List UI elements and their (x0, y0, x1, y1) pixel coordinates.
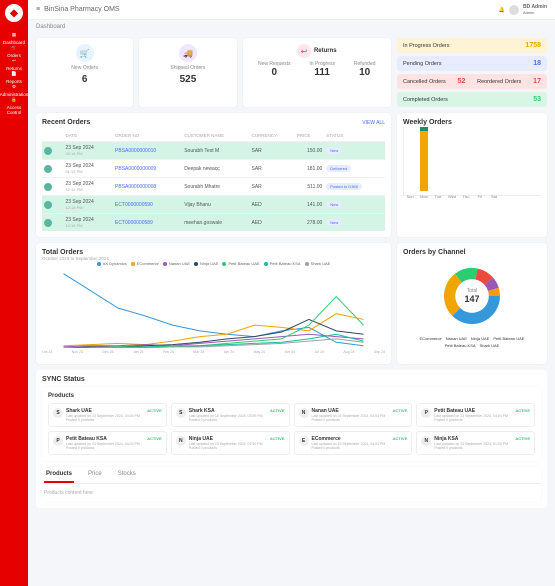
avatar-icon (44, 219, 52, 227)
avatar-icon (44, 165, 52, 173)
sync-item[interactable]: N Nanan UAEACTIVE Last updated on 23 Sep… (294, 403, 413, 427)
nav-access-control[interactable]: 🔒Access Control (0, 97, 28, 115)
recent-orders: Recent Orders VIEW ALL DATEORDER NOCUSTO… (36, 113, 391, 237)
status-row: Cancelled Orders52Reordered Orders17 (397, 74, 547, 89)
bar: Mon (420, 131, 428, 191)
view-all-link[interactable]: VIEW ALL (362, 120, 385, 126)
app-title: BinSina Pharmacy OMS (44, 6, 119, 13)
channel-icon: P (421, 408, 431, 418)
status-row: Completed Orders53 (397, 92, 547, 107)
menu-icon[interactable]: ≡ (36, 6, 40, 13)
tab-content: Products content here (42, 484, 541, 502)
avatar-icon (44, 147, 52, 155)
channel-icon: S (53, 408, 63, 418)
notification-icon[interactable]: 🔔 (499, 7, 505, 13)
table-row[interactable]: 23 Sep 202412:16 PM ECT0000000589 meehan… (42, 214, 385, 232)
table-row[interactable]: 23 Sep 202412:19 PM PBSA0000000008 Soura… (42, 178, 385, 196)
weekly-orders: Weekly Orders SunMonTueWedThuFriSat (397, 113, 547, 237)
sync-item[interactable]: P Petit Bateau KSAACTIVE Last updated on… (48, 431, 167, 455)
sync-status: SYNC Status Products S Shark UAEACTIVE L… (36, 370, 547, 508)
nav-reports[interactable]: 📄Reports (0, 71, 28, 84)
stat-shipped: 🚚 Shipped Orders 525 (139, 38, 236, 107)
status-list: In Progress Orders1758 Pending Orders18 Ca… (397, 38, 547, 107)
tab-price[interactable]: Price (86, 467, 104, 483)
donut-chart: Total 147 (403, 256, 541, 336)
sync-item[interactable]: P Petit Bateau UAEACTIVE Last updated on… (416, 403, 535, 427)
weekly-bar-chart: SunMonTueWedThuFriSat (403, 126, 541, 196)
cart-icon: 🛒 (76, 44, 94, 62)
nav-orders[interactable]: 🛒Orders (0, 45, 28, 58)
breadcrumb: Dashboard (28, 20, 555, 34)
channel-icon: P (53, 436, 63, 446)
stat-returns: ↩ Returns New Requests0In Progress111Ref… (243, 38, 391, 107)
channel-icon: N (176, 436, 186, 446)
sync-item[interactable]: S Shark KSAACTIVE Last updated on 18 Sep… (171, 403, 290, 427)
table-row[interactable]: 23 Sep 202401:13 PM PBSA0000000009 Deepa… (42, 160, 385, 178)
status-row: In Progress Orders1758 (397, 38, 547, 53)
sync-item[interactable]: S Shark UAEACTIVE Last updated on 23 Sep… (48, 403, 167, 427)
truck-icon: 🚚 (179, 44, 197, 62)
return-icon: ↩ (12, 58, 16, 64)
channel-icon: N (421, 436, 431, 446)
nav-returns[interactable]: ↩Returns (0, 58, 28, 71)
nav-administration[interactable]: ⚙Administration (0, 84, 28, 97)
sidebar: ◆ ▦Dashboard🛒Orders↩Returns📄Reports⚙Admi… (0, 0, 28, 586)
table-row[interactable]: 23 Sep 202403:14 PM PBSA0000000010 Soura… (42, 142, 385, 160)
logo: ◆ (5, 4, 23, 22)
table-row[interactable]: 23 Sep 202412:18 PM ECT0000000590 Vijay … (42, 196, 385, 214)
stat-new-orders: 🛒 New Orders 6 (36, 38, 133, 107)
channel-icon: E (299, 436, 309, 446)
report-icon: 📄 (11, 71, 17, 77)
sync-item[interactable]: N Ninja KSAACTIVE Last updated on 23 Sep… (416, 431, 535, 455)
orders-table: DATEORDER NOCUSTOMER NAMECURRENCYPRICEST… (42, 130, 385, 231)
avatar-icon (44, 201, 52, 209)
header: ≡ BinSina Pharmacy OMS 🔔 BD Admin Admin (28, 0, 555, 20)
line-chart: Oct 23Nov 23Dec 23Jan 24Feb 24Mar 24Apr … (42, 268, 385, 358)
nav-dashboard[interactable]: ▦Dashboard (0, 32, 28, 45)
channel-icon: N (299, 408, 309, 418)
lock-icon: 🔒 (11, 97, 17, 103)
channel-icon: S (176, 408, 186, 418)
return-icon: ↩ (297, 44, 311, 58)
admin-icon: ⚙ (12, 84, 16, 90)
grid-icon: ▦ (12, 32, 16, 38)
avatar[interactable] (509, 5, 519, 15)
status-row: Pending Orders18 (397, 56, 547, 71)
avatar-icon (44, 183, 52, 191)
cart-icon: 🛒 (11, 45, 17, 51)
sync-item[interactable]: E ECommerceACTIVE Last updated on 23 Sep… (294, 431, 413, 455)
total-orders: Total Orders October 2023 to September 2… (36, 243, 391, 364)
orders-by-channel: Orders by Channel Total 147 ECommerce Na… (397, 243, 547, 364)
tab-stocks[interactable]: Stocks (116, 467, 138, 483)
user-role: Admin (523, 10, 547, 15)
sync-item[interactable]: N Ninja UAEACTIVE Last updated on 23 Sep… (171, 431, 290, 455)
tab-products[interactable]: Products (44, 467, 74, 483)
